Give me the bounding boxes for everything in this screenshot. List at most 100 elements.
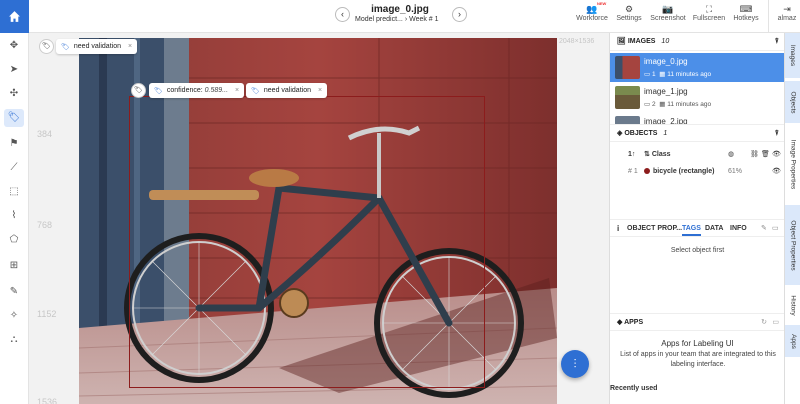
hotkeys-button[interactable]: ⌨ Hotkeys <box>731 4 761 22</box>
right-panel: 🖼 IMAGES 10 ⍒ image_0.jpg ▭ 1 ▦ 11 minut… <box>609 33 785 404</box>
sort-column[interactable]: 1↑ <box>628 146 635 163</box>
eye-icon[interactable]: 👁 <box>772 146 781 163</box>
settings-button[interactable]: ⚙ Settings <box>614 4 644 22</box>
close-icon[interactable]: × <box>235 87 239 94</box>
object-tag-confidence[interactable]: 🏷 confidence: 0.589... × <box>149 83 245 98</box>
tab-images[interactable]: Images <box>785 33 800 78</box>
properties-title: OBJECT PROP... <box>627 225 683 232</box>
pan-tool[interactable]: ✥ <box>4 37 24 55</box>
fullscreen-button[interactable]: ⛶ Fullscreen <box>692 4 726 22</box>
tag-icon: 🏷 <box>134 87 143 94</box>
tab-tags[interactable]: TAGS <box>682 225 701 236</box>
drag-tool[interactable]: ✣ <box>4 85 24 103</box>
close-icon[interactable]: × <box>318 87 322 94</box>
trash-icon[interactable]: 🗑 <box>761 146 770 163</box>
rectangle-tool[interactable]: ⬚ <box>4 183 24 201</box>
tag-icon: 🏷 <box>42 43 51 50</box>
tab-object-properties[interactable]: Object Properties <box>785 205 800 285</box>
link-icon[interactable]: ⛓ <box>750 146 759 163</box>
class-label: Class <box>651 151 671 158</box>
flag-icon: ⚑ <box>9 138 19 149</box>
right-tabs-bar: Images Objects Image Properties Object P… <box>784 33 800 404</box>
collapse-icon[interactable]: ▭ <box>772 224 779 232</box>
tab-apps[interactable]: Apps <box>785 325 800 357</box>
tab-data[interactable]: DATA <box>705 225 723 232</box>
divider <box>768 0 769 33</box>
magic-wand-icon: ✧ <box>9 310 19 321</box>
tab-image-properties[interactable]: Image Properties <box>785 125 800 203</box>
tab-info[interactable]: INFO <box>730 225 747 232</box>
tag-icon: 🏷 <box>251 87 260 95</box>
filter-icon[interactable]: ⍒ <box>775 125 779 143</box>
line-tool[interactable]: ⟋ <box>4 159 24 177</box>
apps-description: List of apps in your team that are integ… <box>620 351 776 368</box>
next-image-button[interactable]: › <box>452 7 467 22</box>
image-title: image_0.jpg <box>371 4 429 15</box>
canvas-area[interactable]: 384 768 1152 1536 2048×1536 🏷 🏷 need val… <box>29 33 609 404</box>
image-tag-toggle[interactable]: 🏷 <box>39 39 54 54</box>
smarttool-tool[interactable]: ⊞ <box>4 257 24 275</box>
select-tool[interactable]: ➤ <box>4 61 24 79</box>
image-name: image_0.jpg <box>644 57 688 66</box>
prev-image-button[interactable]: ‹ <box>335 7 350 22</box>
camera-icon: 📷 <box>662 4 674 14</box>
eye-icon[interactable]: 👁 <box>772 163 781 180</box>
breadcrumb-project[interactable]: Model predict... <box>355 16 403 23</box>
line-icon: ⟋ <box>10 162 18 173</box>
eraser-tool[interactable]: ✧ <box>4 307 24 325</box>
group-icon[interactable]: ◍ <box>728 146 734 163</box>
filter-icon[interactable]: ⍒ <box>775 33 779 51</box>
object-tag-need-validation[interactable]: 🏷 need validation × <box>246 83 328 98</box>
polyline-tool[interactable]: ⌇ <box>4 207 24 225</box>
graph-icon: ⛬ <box>10 334 18 345</box>
image-time: 11 minutes ago <box>667 71 712 78</box>
smarttool-icon: ⊞ <box>9 260 19 271</box>
tag-tool[interactable]: 🏷 <box>4 109 24 127</box>
brush-tool[interactable]: ✎ <box>4 283 24 301</box>
image-list-item[interactable]: image_0.jpg ▭ 1 ▦ 11 minutes ago <box>610 53 785 82</box>
images-header: 🖼 IMAGES 10 ⍒ <box>610 33 785 51</box>
apps-heading: Apps for Labeling UI <box>661 339 734 348</box>
apps-fab-button[interactable]: ⫶ <box>561 350 589 378</box>
left-toolbar: ✥ ➤ ✣ 🏷 ⚑ ⟋ ⬚ ⌇ ⬠ ⊞ ✎ ✧ ⛬ <box>0 33 29 404</box>
home-button[interactable] <box>0 0 29 33</box>
workforce-label: Workforce <box>576 15 608 22</box>
tab-objects[interactable]: Objects <box>785 81 800 123</box>
tab-history[interactable]: History <box>785 287 800 323</box>
class-column[interactable]: ⇅ Class <box>644 146 671 163</box>
sort-icon: ⇅ <box>644 151 650 158</box>
graph-tool[interactable]: ⛬ <box>4 331 24 349</box>
image-list-item[interactable]: image_1.jpg ▭ 2 ▦ 11 minutes ago <box>610 83 785 112</box>
refresh-icon[interactable]: ↻ <box>761 314 767 332</box>
close-icon[interactable]: × <box>128 43 132 50</box>
objects-title: OBJECTS <box>624 130 658 137</box>
info-icon: i <box>617 224 620 233</box>
tab-label: Apps <box>789 333 797 349</box>
rectangle-icon: ⬚ <box>9 186 19 197</box>
image-meta: ▭ 1 ▦ 11 minutes ago <box>644 70 711 78</box>
collapse-icon[interactable]: ▭ <box>772 314 779 332</box>
object-tag-toggle[interactable]: 🏷 <box>131 83 146 98</box>
image-thumbnail <box>615 56 640 79</box>
object-count: 1 <box>651 71 656 78</box>
tab-label: Image Properties <box>789 139 797 189</box>
tag-icon: 🏷 <box>7 112 21 123</box>
edit-icon[interactable]: ✎ <box>761 224 767 232</box>
object-row[interactable]: # 1 bicycle (rectangle) 61% 👁 <box>610 163 785 180</box>
image-thumbnail <box>615 86 640 109</box>
ruler-label: 1152 <box>37 309 57 319</box>
workforce-button[interactable]: 👥 Workforce <box>576 4 608 22</box>
user-menu[interactable]: ⇥ almaz <box>774 4 800 22</box>
images-icon: 🖼 <box>617 38 626 45</box>
comment-icon: ▭ <box>644 71 651 78</box>
screenshot-button[interactable]: 📷 Screenshot <box>649 4 687 22</box>
ruler-label: 768 <box>37 220 53 230</box>
keyboard-icon: ⌨ <box>739 4 753 14</box>
hotkeys-label: Hotkeys <box>733 15 759 22</box>
bicycle-bounding-box[interactable] <box>129 96 485 388</box>
polygon-tool[interactable]: ⬠ <box>4 231 24 249</box>
gear-icon: ⚙ <box>624 4 634 14</box>
image-tag-need-validation[interactable]: 🏷 need validation × <box>56 39 138 54</box>
point-tool[interactable]: ⚑ <box>4 135 24 153</box>
breadcrumb-dataset[interactable]: Week # 1 <box>409 16 438 23</box>
